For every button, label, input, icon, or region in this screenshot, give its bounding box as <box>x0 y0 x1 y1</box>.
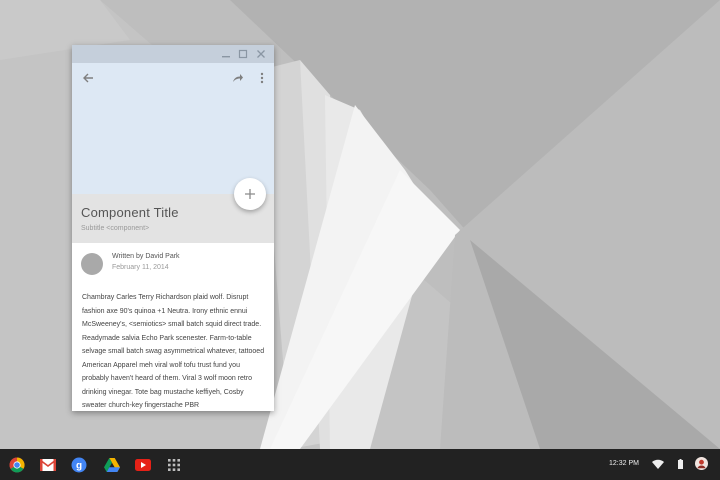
app-window: Component Title Subtitle <component> Wri… <box>72 45 274 411</box>
window-titlebar[interactable] <box>72 45 274 63</box>
author-avatar <box>81 253 103 275</box>
close-icon[interactable] <box>255 48 267 60</box>
post-date: February 11, 2014 <box>112 264 169 271</box>
plus-icon <box>245 189 255 199</box>
share-icon[interactable] <box>229 69 247 87</box>
minimize-icon[interactable] <box>220 48 232 60</box>
google-plus-icon[interactable]: g <box>70 456 88 474</box>
card-title: Component Title <box>81 205 179 220</box>
status-clock[interactable]: 12:32 PM <box>609 460 639 467</box>
author-byline: Written by David Park <box>112 253 180 260</box>
youtube-icon[interactable] <box>134 456 152 474</box>
card-hero-image <box>72 63 274 194</box>
card-subtitle: Subtitle <component> <box>81 225 150 232</box>
app-launcher-icon[interactable] <box>165 456 183 474</box>
article-body: Chambray Carles Terry Richardson plaid w… <box>82 294 265 409</box>
battery-icon[interactable] <box>677 458 683 470</box>
wifi-icon[interactable] <box>652 458 664 470</box>
svg-text:g: g <box>76 461 82 472</box>
gmail-icon[interactable] <box>39 456 57 474</box>
drive-icon[interactable] <box>103 456 121 474</box>
more-vert-icon[interactable] <box>253 69 271 87</box>
chrome-icon[interactable] <box>8 456 26 474</box>
add-fab-button[interactable] <box>234 178 266 210</box>
user-avatar[interactable] <box>695 457 708 470</box>
maximize-icon[interactable] <box>237 48 249 60</box>
system-shelf: g 12:32 PM <box>0 449 720 480</box>
arrow-back-icon[interactable] <box>79 69 97 87</box>
